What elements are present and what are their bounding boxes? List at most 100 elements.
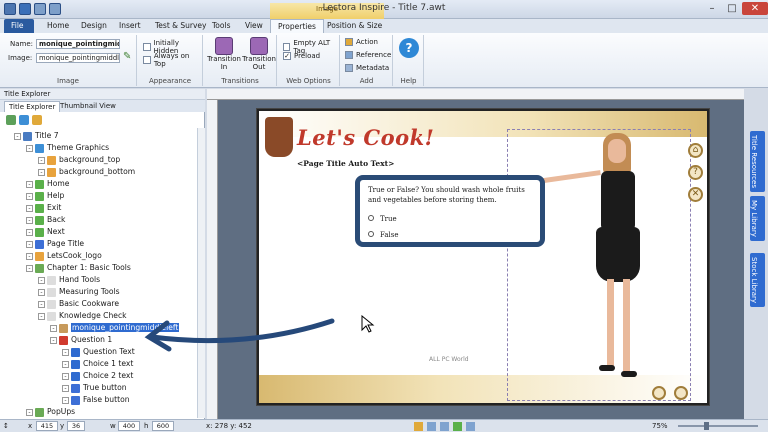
- my-library-tab[interactable]: My Library: [750, 196, 765, 241]
- y-field[interactable]: 36: [67, 421, 85, 431]
- tab-design[interactable]: Design: [74, 19, 114, 33]
- back-button-icon[interactable]: [652, 386, 666, 400]
- expand-toggle-icon[interactable]: -: [50, 336, 57, 344]
- play-icon[interactable]: [453, 422, 462, 431]
- expand-toggle-icon[interactable]: -: [26, 264, 33, 272]
- false-option[interactable]: False: [368, 231, 399, 239]
- expand-toggle-icon[interactable]: -: [62, 396, 69, 404]
- expand-toggle-icon[interactable]: -: [38, 156, 45, 164]
- tab-properties[interactable]: Properties: [270, 19, 324, 33]
- expand-toggle-icon[interactable]: -: [26, 252, 33, 260]
- tree-item[interactable]: - LetsCook_logo: [0, 250, 205, 262]
- expand-toggle-icon[interactable]: -: [26, 144, 33, 152]
- expand-toggle-icon[interactable]: -: [26, 192, 33, 200]
- tab-file[interactable]: File: [4, 19, 34, 33]
- maximize-button[interactable]: □: [722, 2, 742, 15]
- expand-toggle-icon[interactable]: -: [38, 168, 45, 176]
- tab-home[interactable]: Home: [40, 19, 76, 33]
- page-title-text[interactable]: <Page Title Auto Text>: [297, 159, 394, 168]
- home-icon[interactable]: ⌂: [688, 143, 703, 158]
- metadata-button[interactable]: Metadata: [345, 64, 389, 72]
- tree-item[interactable]: - background_bottom: [0, 166, 205, 178]
- tree-item[interactable]: - Back: [0, 214, 205, 226]
- transition-out-button[interactable]: Transition Out: [242, 37, 276, 71]
- tab-view[interactable]: View: [238, 19, 270, 33]
- zoom-slider[interactable]: [678, 425, 758, 427]
- x-field[interactable]: 415: [36, 421, 58, 431]
- image-dropdown[interactable]: monique_pointingmiddl: [36, 53, 120, 63]
- expand-toggle-icon[interactable]: -: [38, 312, 45, 320]
- tab-tools[interactable]: Tools: [205, 19, 237, 33]
- tree-item[interactable]: - Next: [0, 226, 205, 238]
- expand-toggle-icon[interactable]: -: [38, 288, 45, 296]
- run-mode-icon[interactable]: [427, 422, 436, 431]
- true-option[interactable]: True: [368, 215, 397, 223]
- edit-mode-icon[interactable]: [414, 422, 423, 431]
- reference-button[interactable]: Reference: [345, 51, 391, 59]
- width-field[interactable]: 400: [118, 421, 140, 431]
- true-radio-icon[interactable]: [368, 215, 374, 221]
- help-circle-icon[interactable]: ?: [688, 165, 703, 180]
- expand-all-icon[interactable]: [6, 115, 16, 125]
- minimize-button[interactable]: –: [702, 2, 722, 15]
- always-on-top-checkbox[interactable]: Always on Top: [143, 52, 202, 68]
- tree-item[interactable]: - Hand Tools: [0, 274, 205, 286]
- collapse-all-icon[interactable]: [19, 115, 29, 125]
- tab-insert[interactable]: Insert: [112, 19, 148, 33]
- expand-toggle-icon[interactable]: -: [26, 180, 33, 188]
- presenter-image[interactable]: [501, 131, 679, 393]
- help-icon[interactable]: ?: [399, 38, 419, 58]
- tree-item[interactable]: - Home: [0, 178, 205, 190]
- expand-toggle-icon[interactable]: -: [26, 216, 33, 224]
- action-button[interactable]: Action: [345, 38, 378, 46]
- tree-item[interactable]: - Chapter 1: Basic Tools: [0, 262, 205, 274]
- expand-toggle-icon[interactable]: -: [26, 204, 33, 212]
- expand-toggle-icon[interactable]: -: [62, 384, 69, 392]
- zoom-slider-thumb[interactable]: [704, 422, 709, 430]
- expand-toggle-icon[interactable]: -: [38, 276, 45, 284]
- title-resources-tab[interactable]: Title Resources: [750, 131, 765, 192]
- expand-toggle-icon[interactable]: -: [62, 348, 69, 356]
- transition-in-button[interactable]: Transition In: [207, 37, 241, 71]
- tree-item[interactable]: - Page Title: [0, 238, 205, 250]
- exit-icon[interactable]: ✕: [688, 187, 703, 202]
- expand-toggle-icon[interactable]: -: [62, 372, 69, 380]
- tab-thumbnail-view[interactable]: Thumbnail View: [56, 101, 120, 112]
- tab-position-size[interactable]: Position & Size: [320, 19, 389, 33]
- next-button-icon[interactable]: [674, 386, 688, 400]
- tree-item[interactable]: - True button: [0, 382, 205, 394]
- tree-item[interactable]: - Help: [0, 190, 205, 202]
- tree-item[interactable]: - Choice 2 text: [0, 370, 205, 382]
- tab-test-survey[interactable]: Test & Survey: [148, 19, 213, 33]
- preload-checkbox[interactable]: ✓ Preload: [283, 52, 320, 60]
- tree-item[interactable]: - Theme Graphics: [0, 142, 205, 154]
- tab-title-explorer[interactable]: Title Explorer: [4, 101, 61, 112]
- expand-toggle-icon[interactable]: -: [26, 408, 33, 416]
- explorer-toolbar: [0, 113, 205, 127]
- properties-icon[interactable]: [32, 115, 42, 125]
- expand-toggle-icon[interactable]: -: [38, 300, 45, 308]
- expand-toggle-icon[interactable]: -: [26, 240, 33, 248]
- question-box[interactable]: True or False? You should wash whole fru…: [355, 175, 545, 247]
- publish-icon[interactable]: [466, 422, 475, 431]
- false-radio-icon[interactable]: [368, 231, 374, 237]
- preview-icon[interactable]: [440, 422, 449, 431]
- tree-item[interactable]: - Exit: [0, 202, 205, 214]
- tree-item[interactable]: - Title 7: [0, 130, 205, 142]
- tree-item[interactable]: - Measuring Tools: [0, 286, 205, 298]
- name-field[interactable]: monique_pointingmiddlel: [36, 39, 120, 49]
- stock-library-tab[interactable]: Stock Library: [750, 253, 765, 308]
- utensils-icon[interactable]: [265, 117, 293, 157]
- expand-toggle-icon[interactable]: -: [50, 324, 57, 332]
- tree-item[interactable]: - background_top: [0, 154, 205, 166]
- tree-item[interactable]: - False button: [0, 394, 205, 406]
- close-button[interactable]: ✕: [742, 2, 768, 15]
- arrange-icon[interactable]: ↕: [3, 420, 9, 432]
- tree-item[interactable]: - PopUps: [0, 406, 205, 418]
- height-field[interactable]: 600: [152, 421, 174, 431]
- expand-toggle-icon[interactable]: -: [26, 228, 33, 236]
- edit-pencil-icon[interactable]: ✎: [123, 51, 131, 62]
- expand-toggle-icon[interactable]: -: [62, 360, 69, 368]
- lets-cook-logo[interactable]: Let's Cook!: [297, 125, 434, 150]
- expand-toggle-icon[interactable]: -: [14, 132, 21, 140]
